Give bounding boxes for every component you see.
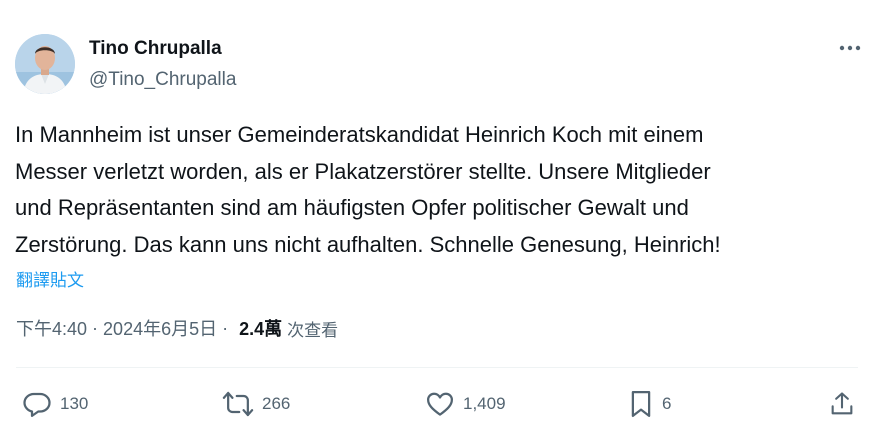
- like-button[interactable]: 1,409: [425, 386, 506, 422]
- author-name[interactable]: Tino Chrupalla: [89, 38, 222, 60]
- views-label: 次查看: [287, 320, 339, 340]
- tweet-meta: 下午4:40 · 2024年6月5日 · 2.4萬 次查看: [16, 315, 338, 341]
- author-handle[interactable]: @Tino_Chrupalla: [89, 69, 236, 91]
- repost-icon: [222, 391, 254, 417]
- more-dots-icon: [839, 45, 861, 51]
- bookmark-icon: [631, 391, 651, 417]
- heart-icon: [427, 392, 453, 416]
- tweet-text-line: Zerstörung. Das kann uns nicht aufhalten…: [15, 231, 721, 257]
- post-time[interactable]: 下午4:40: [16, 315, 87, 341]
- post-date[interactable]: 2024年6月5日: [103, 315, 217, 341]
- more-options-button[interactable]: [836, 36, 864, 60]
- avatar-image: [15, 34, 75, 94]
- translate-post-link[interactable]: 翻譯貼文: [16, 266, 84, 291]
- avatar[interactable]: [15, 34, 75, 94]
- bookmark-button[interactable]: 6: [628, 386, 671, 422]
- tweet-text-line: In Mannheim ist unser Gemeinderatskandid…: [15, 122, 704, 147]
- tweet-text-line: und Repräsentanten sind am häufigsten Op…: [15, 195, 689, 220]
- meta-separator: ·: [222, 317, 229, 338]
- views-count: 2.4萬: [239, 319, 283, 339]
- share-icon: [831, 392, 853, 415]
- reply-icon: [23, 392, 51, 417]
- tweet-text: In Mannheim ist unser Gemeinderatskandid…: [15, 117, 865, 263]
- bookmark-count: 6: [662, 394, 672, 413]
- reply-button[interactable]: 130: [22, 386, 88, 422]
- reply-count: 130: [60, 394, 89, 413]
- like-count: 1,409: [463, 394, 506, 413]
- meta-separator: ·: [92, 317, 99, 338]
- repost-button[interactable]: 266: [222, 386, 290, 422]
- tweet-text-line: Messer verletzt worden, als er Plakatzer…: [15, 158, 711, 184]
- divider: [16, 367, 858, 368]
- share-button[interactable]: [828, 386, 856, 422]
- repost-count: 266: [262, 394, 291, 413]
